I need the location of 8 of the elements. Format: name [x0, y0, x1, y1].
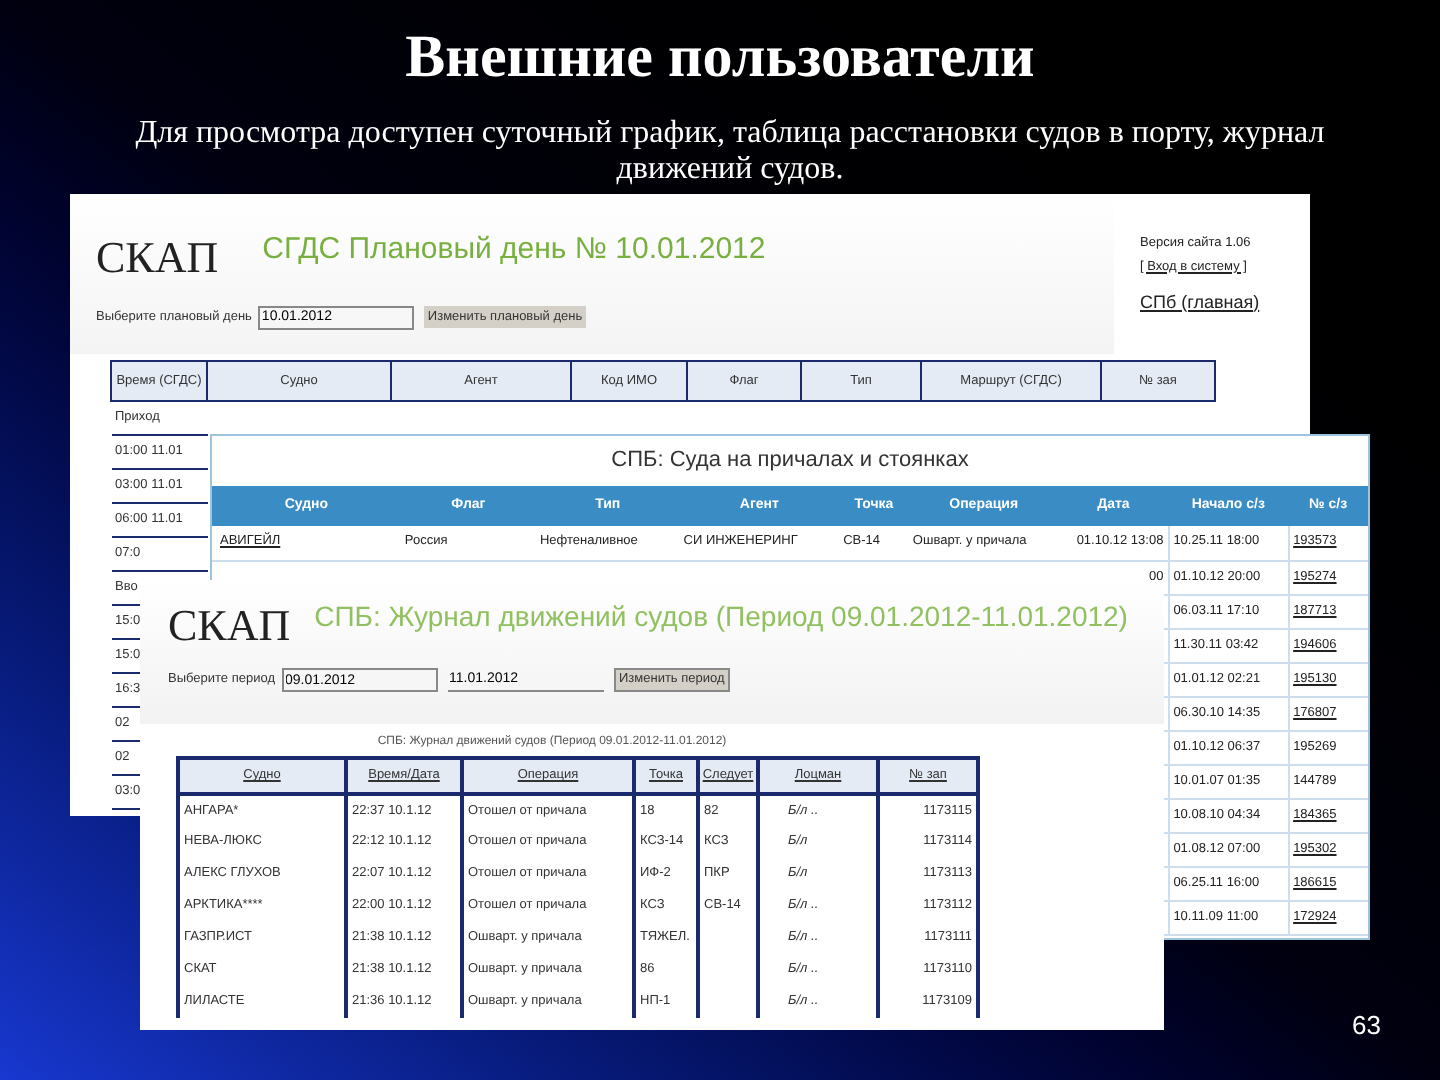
- slide-subtitle: Для просмотра доступен суточный график, таблица расстановки судов в порту, журнал движений судов.: [133, 116, 1327, 188]
- table-title: СПБ: Суда на причалах и стоянках: [611, 446, 969, 477]
- page-title: СГДС Плановый день № 10.01.2012: [262, 230, 766, 270]
- slide-title: Внешние пользователи: [403, 22, 1037, 94]
- page-title: СПБ: Журнал движений судов (Период 09.01.2012-11.01.2012): [314, 598, 1128, 636]
- page-number: 63: [1352, 1008, 1381, 1044]
- home-link[interactable]: СПб (главная): [1140, 289, 1260, 316]
- logo-text: СКАП: [96, 233, 219, 281]
